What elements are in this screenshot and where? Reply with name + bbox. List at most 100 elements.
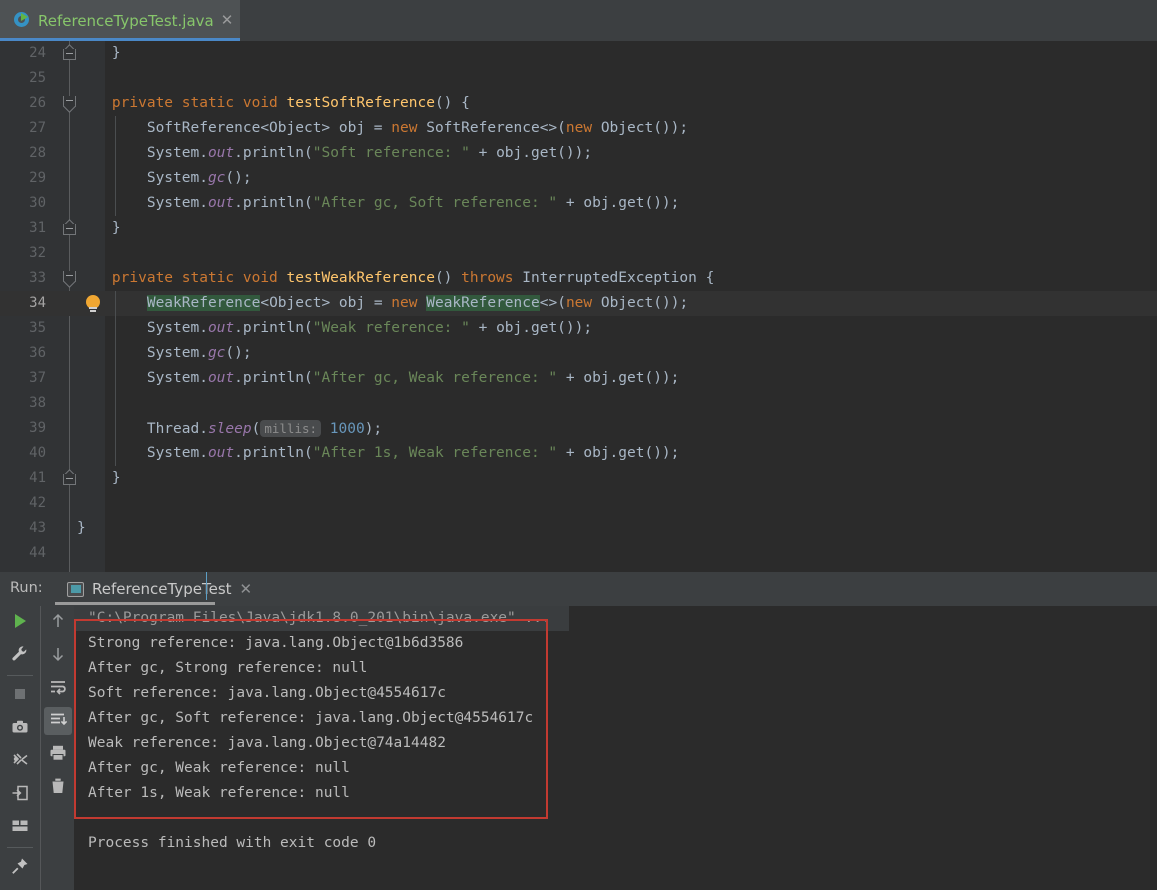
- stop-button[interactable]: [0, 679, 40, 712]
- indent-guide: [115, 291, 116, 466]
- code-line[interactable]: 35 System.out.println("Weak reference: "…: [0, 316, 1157, 341]
- code-line[interactable]: 31 }: [0, 216, 1157, 241]
- line-number: 43: [29, 520, 46, 536]
- scroll-to-end-icon: [49, 711, 67, 733]
- line-number: 26: [29, 95, 46, 111]
- code-line[interactable]: 27 SoftReference<Object> obj = new SoftR…: [0, 116, 1157, 141]
- code-line[interactable]: 29 System.gc();: [0, 166, 1157, 191]
- code-line[interactable]: 42: [0, 491, 1157, 516]
- code-text: System.out.println("After 1s, Weak refer…: [77, 445, 680, 461]
- indent-guide: [115, 116, 116, 216]
- fold-marker-icon[interactable]: [62, 43, 76, 61]
- print-button[interactable]: [41, 738, 74, 771]
- export-icon: [11, 784, 29, 806]
- clear-all-button[interactable]: [41, 771, 74, 804]
- code-lines: 24 } 25 26 private static void testSoftRef…: [0, 41, 1157, 566]
- line-number: 40: [29, 445, 46, 461]
- fold-marker-icon[interactable]: [62, 218, 76, 236]
- close-icon[interactable]: ✕: [240, 581, 253, 597]
- fold-marker-icon[interactable]: [62, 271, 76, 288]
- code-line[interactable]: 28 System.out.println("Soft reference: "…: [0, 141, 1157, 166]
- line-number: 28: [29, 145, 46, 161]
- code-line[interactable]: 41 }: [0, 466, 1157, 491]
- arrow-down-icon: [49, 645, 67, 667]
- code-text: System.out.println("After gc, Weak refer…: [77, 370, 680, 386]
- console-line: After gc, Weak reference: null: [88, 760, 350, 776]
- console-line: Strong reference: java.lang.Object@1b6d3…: [88, 635, 464, 651]
- trash-icon: [49, 777, 67, 799]
- console-line: After gc, Soft reference: java.lang.Obje…: [88, 710, 534, 726]
- console-line: After gc, Strong reference: null: [88, 660, 368, 676]
- edit-configurations-button[interactable]: [0, 639, 40, 672]
- run-toolbar-left: [0, 606, 40, 890]
- line-number: 33: [29, 270, 46, 286]
- line-number: 38: [29, 395, 46, 411]
- close-icon[interactable]: ✕: [221, 13, 234, 28]
- line-number: 44: [29, 545, 46, 561]
- console-line: Soft reference: java.lang.Object@4554617…: [88, 685, 446, 701]
- line-number: 37: [29, 370, 46, 386]
- layout-icon: [11, 817, 29, 839]
- layout-settings-button[interactable]: [0, 811, 40, 844]
- line-number: 36: [29, 345, 46, 361]
- code-line[interactable]: 38: [0, 391, 1157, 416]
- line-number: 27: [29, 120, 46, 136]
- code-text: System.gc();: [77, 345, 252, 361]
- line-number: 25: [29, 70, 46, 86]
- code-line[interactable]: 33 private static void testWeakReference…: [0, 266, 1157, 291]
- code-text: private static void testWeakReference() …: [111, 270, 715, 286]
- code-line[interactable]: 34 WeakReference<Object> obj = new WeakR…: [0, 291, 1157, 316]
- wrench-icon: [11, 645, 29, 667]
- arrow-up-icon: [49, 612, 67, 634]
- thread-dump-icon: [11, 751, 29, 773]
- soft-wrap-button[interactable]: [41, 672, 74, 705]
- run-class-icon: [14, 12, 31, 29]
- up-the-stack-trace-button[interactable]: [41, 606, 74, 639]
- code-line[interactable]: 36 System.gc();: [0, 341, 1157, 366]
- run-tab-referencetypetest[interactable]: ReferenceTypeTest ✕: [55, 572, 262, 606]
- code-line[interactable]: 44: [0, 541, 1157, 566]
- code-text: }: [77, 45, 121, 61]
- toolbar-separator: [7, 675, 33, 676]
- editor-tab-bar: ReferenceTypeTest.java ✕: [0, 0, 1157, 41]
- run-label: Run:: [10, 580, 43, 596]
- code-editor[interactable]: 24 } 25 26 private static void testSoftRef…: [0, 41, 1157, 572]
- code-text: }: [77, 520, 86, 536]
- code-line[interactable]: 26 private static void testSoftReference…: [0, 91, 1157, 116]
- fold-marker-icon[interactable]: [62, 96, 76, 113]
- editor-tab-label: ReferenceTypeTest.java: [38, 11, 214, 30]
- code-text: WeakReference<Object> obj = new WeakRefe…: [146, 295, 689, 311]
- code-text: }: [77, 220, 121, 236]
- tab-caret-divider: [206, 572, 207, 600]
- down-the-stack-trace-button[interactable]: [41, 639, 74, 672]
- soft-wrap-icon: [49, 678, 67, 700]
- fold-marker-icon[interactable]: [62, 468, 76, 486]
- code-text: Thread.sleep(millis: 1000);: [77, 420, 383, 437]
- console-exit-message: Process finished with exit code 0: [88, 835, 377, 851]
- run-tab-underline: [55, 602, 215, 605]
- run-toolbar-right: [40, 606, 74, 890]
- editor-tab-referencetypetest[interactable]: ReferenceTypeTest.java ✕: [0, 0, 240, 41]
- dump-threads-button[interactable]: [0, 745, 40, 778]
- code-text: }: [77, 470, 121, 486]
- run-tool-window[interactable]: Run: ReferenceTypeTest ✕ "C:\Program Fil…: [0, 572, 1157, 890]
- code-line[interactable]: 37 System.out.println("After gc, Weak re…: [0, 366, 1157, 391]
- line-number: 24: [29, 45, 46, 61]
- restore-layout-button[interactable]: [0, 778, 40, 811]
- pin-tab-button[interactable]: [0, 851, 40, 884]
- code-line[interactable]: 30 System.out.println("After gc, Soft re…: [0, 191, 1157, 216]
- code-line[interactable]: 40 System.out.println("After 1s, Weak re…: [0, 441, 1157, 466]
- code-line[interactable]: 39 Thread.sleep(millis: 1000);: [0, 416, 1157, 441]
- code-text: System.gc();: [77, 170, 252, 186]
- code-line[interactable]: 43}: [0, 516, 1157, 541]
- code-line[interactable]: 24 }: [0, 41, 1157, 66]
- console-output[interactable]: "C:\Program Files\Java\jdk1.8.0_201\bin\…: [74, 606, 1157, 890]
- code-line[interactable]: 32: [0, 241, 1157, 266]
- code-line[interactable]: 25: [0, 66, 1157, 91]
- line-number: 34: [29, 295, 46, 311]
- rerun-button[interactable]: [0, 606, 40, 639]
- scroll-to-end-button[interactable]: [41, 705, 74, 738]
- screenshot-button[interactable]: [0, 712, 40, 745]
- console-line: After 1s, Weak reference: null: [88, 785, 350, 801]
- console-icon: [67, 581, 84, 597]
